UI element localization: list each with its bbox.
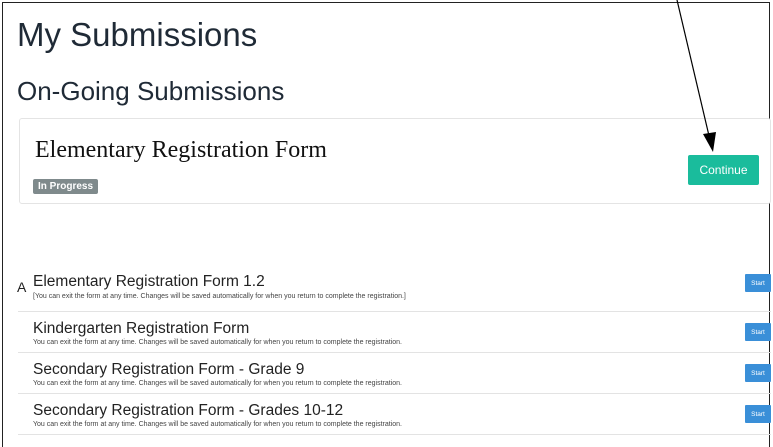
start-button[interactable]: Start [745, 364, 771, 382]
form-name: Secondary Registration Form - Grades 10-… [33, 402, 344, 419]
form-description: You can exit the form at any time. Chang… [33, 421, 402, 428]
form-row: Secondary Registration Form - Grade 9 Yo… [18, 353, 771, 394]
start-button[interactable]: Start [745, 323, 771, 341]
form-name: Elementary Registration Form 1.2 [33, 273, 265, 290]
form-row: Secondary Registration Form - Grades 10-… [18, 394, 771, 435]
form-name: Secondary Registration Form - Grade 9 [33, 361, 305, 378]
status-badge: In Progress [33, 179, 99, 194]
form-row: Elementary Registration Form 1.2 [You ca… [18, 262, 771, 312]
ongoing-submission-card: Elementary Registration Form In Progress… [19, 118, 771, 204]
ongoing-form-title: Elementary Registration Form [35, 137, 327, 163]
form-description: You can exit the form at any time. Chang… [33, 380, 402, 387]
form-description: [You can exit the form at any time. Chan… [33, 293, 406, 300]
start-button[interactable]: Start [745, 274, 771, 292]
form-description: You can exit the form at any time. Chang… [33, 339, 402, 346]
continue-button[interactable]: Continue [688, 155, 759, 185]
form-row: Kindergarten Registration Form You can e… [18, 312, 771, 353]
available-forms-list: Elementary Registration Form 1.2 [You ca… [18, 262, 771, 435]
form-name: Kindergarten Registration Form [33, 320, 250, 337]
page-title: My Submissions [17, 16, 258, 53]
section-title-ongoing: On-Going Submissions [17, 76, 285, 106]
start-button[interactable]: Start [745, 405, 771, 423]
